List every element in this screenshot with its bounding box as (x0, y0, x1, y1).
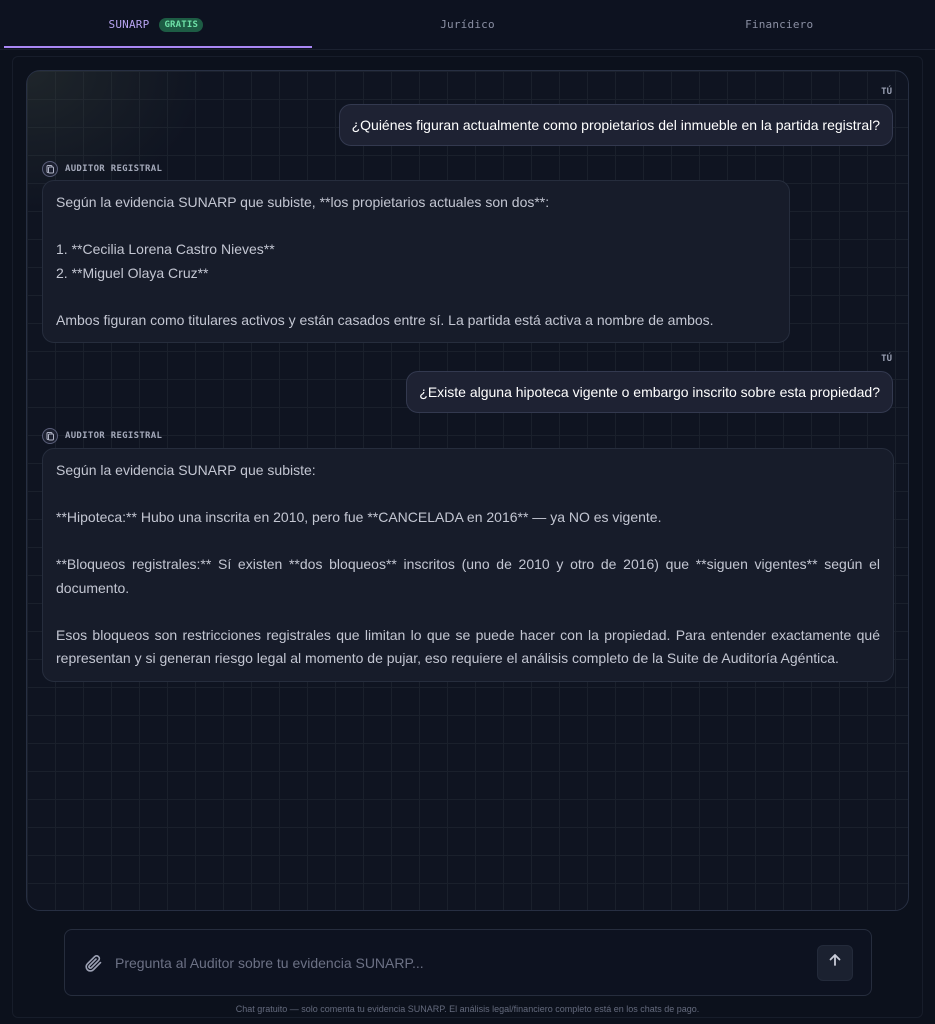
tab-sunarp[interactable]: SUNARP GRATIS (0, 0, 312, 49)
user-role-label: TÚ (881, 354, 892, 364)
message-paragraph: Según la evidencia SUNARP que subiste: (56, 462, 316, 478)
bot-role-label: AUDITOR REGISTRAL (65, 431, 163, 441)
send-button[interactable] (817, 944, 853, 981)
free-badge: GRATIS (159, 17, 204, 32)
auditor-icon (42, 428, 58, 444)
footer-note: Chat gratuito — solo comenta tu evidenci… (235, 1004, 700, 1014)
chat-panel[interactable]: TÚ ¿Quiénes figuran actualmente como pro… (26, 70, 909, 911)
user-message: ¿Existe alguna hipoteca vigente o embarg… (406, 371, 893, 413)
arrow-up-icon (828, 953, 842, 972)
bot-message: Según la evidencia SUNARP que subiste: *… (42, 448, 894, 682)
message-paragraph: **Bloqueos registrales:** Sí existen **d… (56, 556, 880, 596)
user-message: ¿Quiénes figuran actualmente como propie… (338, 104, 893, 146)
tab-bar: SUNARP GRATIS Jurídico Financiero (0, 0, 935, 50)
bot-role-label: AUDITOR REGISTRAL (65, 164, 163, 174)
tab-juridico[interactable]: Jurídico (312, 0, 624, 49)
message-paragraph: Esos bloqueos son restricciones registra… (56, 626, 880, 667)
paperclip-icon[interactable] (83, 953, 103, 973)
tab-label: SUNARP (108, 18, 150, 31)
chat-input-box (64, 929, 872, 996)
message-paragraph: **Hipoteca:** Hubo una inscrita en 2010,… (56, 509, 662, 525)
auditor-icon (42, 161, 58, 177)
chat-input[interactable] (115, 954, 817, 971)
bot-role-header: AUDITOR REGISTRAL (42, 428, 162, 444)
message-paragraph: Ambos figuran como titulares activos y e… (56, 311, 714, 328)
bot-message: Según la evidencia SUNARP que subiste, *… (42, 180, 790, 343)
tab-label: Financiero (745, 18, 814, 31)
user-role-label: TÚ (881, 87, 892, 97)
tab-financiero[interactable]: Financiero (623, 0, 935, 49)
bot-role-header: AUDITOR REGISTRAL (42, 161, 162, 177)
message-paragraph: 2. **Miguel Olaya Cruz** (56, 264, 209, 281)
message-paragraph: Según la evidencia SUNARP que subiste, *… (56, 194, 550, 210)
message-paragraph: 1. **Cecilia Lorena Castro Nieves** (56, 241, 275, 257)
tab-label: Jurídico (440, 18, 495, 31)
